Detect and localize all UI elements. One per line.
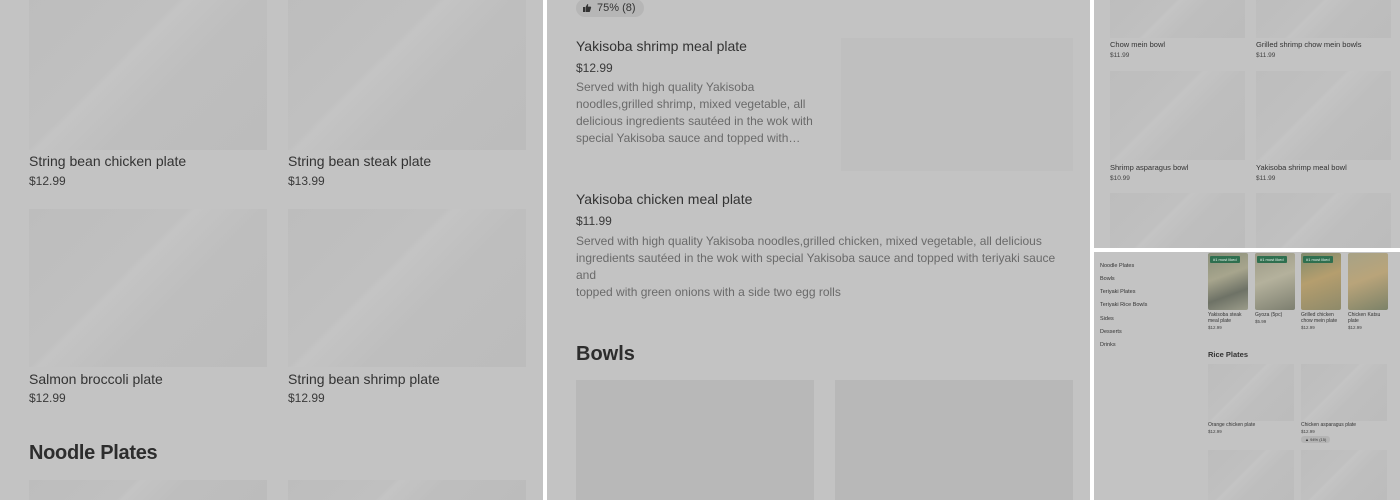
item-image[interactable] — [576, 380, 814, 500]
item-name[interactable]: String bean chicken plate — [29, 153, 186, 169]
rating-text: 94% (15) — [1310, 437, 1327, 442]
thumbs-up-icon — [583, 4, 592, 12]
thumbs-up-icon: ▲ — [1305, 437, 1309, 442]
most-liked-tag: #1 most liked — [1303, 256, 1333, 263]
item-price: $13.99 — [288, 174, 325, 188]
item-name[interactable]: Yakisoba chicken meal plate — [576, 191, 752, 207]
item-image[interactable] — [835, 380, 1073, 500]
featured-item-name[interactable]: Gyoza (5pc) — [1255, 312, 1282, 318]
item-image[interactable] — [29, 480, 267, 500]
featured-item-name[interactable]: Yakisoba steak meal plate — [1208, 312, 1242, 324]
featured-item-price: $12.99 — [1348, 325, 1362, 330]
item-image[interactable] — [1301, 450, 1387, 500]
item-price: $11.99 — [576, 214, 612, 228]
item-name[interactable]: String bean shrimp plate — [288, 371, 440, 387]
item-description-line: ingredients sautéed in the wok with spec… — [576, 251, 1056, 265]
rating-badge: 75% (8) — [576, 0, 644, 17]
item-price: $12.99 — [288, 391, 325, 405]
item-image[interactable] — [288, 209, 526, 367]
item-price: $12.99 — [1301, 429, 1315, 434]
item-name[interactable]: String bean steak plate — [288, 153, 431, 169]
section-heading: Noodle Plates — [29, 442, 158, 464]
sidebar-item-teriyaki-rice-bowls[interactable]: Teriyaki Rice Bowls — [1100, 302, 1147, 308]
most-liked-tag: #1 most liked — [1210, 256, 1240, 263]
item-name[interactable]: Salmon broccoli plate — [29, 371, 163, 387]
item-image[interactable] — [288, 0, 526, 150]
item-price: $11.99 — [1256, 52, 1276, 59]
item-name[interactable]: Yakisoba shrimp meal bowl — [1256, 163, 1347, 172]
item-image[interactable] — [29, 209, 267, 367]
featured-item-image[interactable]: #1 most liked — [1255, 253, 1295, 310]
item-description-line: topped with green onions with a side two… — [576, 285, 841, 299]
sidebar-item-drinks[interactable]: Drinks — [1100, 342, 1116, 348]
sidebar-item-desserts[interactable]: Desserts — [1100, 329, 1122, 335]
item-image[interactable] — [1256, 0, 1391, 38]
item-description: Served with high quality Yakisoba noodle… — [576, 80, 813, 145]
featured-item-name[interactable]: Chicken Katsu plate — [1348, 312, 1380, 324]
item-image[interactable] — [1256, 71, 1391, 160]
sidebar-item-sides[interactable]: Sides — [1100, 316, 1114, 322]
sidebar-item-bowls[interactable]: Bowls — [1100, 276, 1115, 282]
item-name[interactable]: Chicken asparagus plate — [1301, 422, 1356, 428]
menu-panel-plates: String bean chicken plate $12.99 String … — [0, 0, 543, 500]
most-liked-tag: #1 most liked — [1257, 256, 1287, 263]
item-image[interactable] — [841, 38, 1073, 171]
rating-badge: ▲ 94% (15) — [1301, 436, 1331, 443]
item-price: $11.99 — [1110, 52, 1130, 59]
item-price: $12.99 — [29, 391, 66, 405]
item-image[interactable] — [1110, 0, 1245, 38]
item-name[interactable]: Orange chicken plate — [1208, 422, 1255, 428]
item-image[interactable] — [29, 0, 267, 150]
item-image[interactable] — [1301, 364, 1387, 421]
item-price: $12.99 — [1208, 429, 1222, 434]
item-description-line: and — [576, 268, 597, 282]
item-image[interactable] — [1110, 71, 1245, 160]
item-price: $12.99 — [29, 174, 66, 188]
featured-item-price: $5.99 — [1255, 319, 1267, 324]
item-image[interactable] — [1208, 450, 1294, 500]
item-description-line: Served with high quality Yakisoba noodle… — [576, 234, 1042, 248]
section-heading: Bowls — [576, 343, 635, 365]
featured-item-price: $12.99 — [1208, 325, 1222, 330]
rating-text: 75% (8) — [597, 2, 636, 14]
sidebar-item-teriyaki-plates[interactable]: Teriyaki Plates — [1100, 289, 1135, 295]
item-price: $11.99 — [1256, 175, 1276, 182]
item-price: $12.99 — [576, 61, 613, 75]
featured-item-image[interactable]: #1 most liked — [1208, 253, 1248, 310]
featured-item-image[interactable] — [1348, 253, 1388, 310]
item-name[interactable]: Chow mein bowl — [1110, 40, 1165, 49]
item-price: $10.99 — [1110, 175, 1130, 182]
item-image[interactable] — [1256, 193, 1391, 248]
section-heading: Rice Plates — [1208, 350, 1249, 359]
item-name[interactable]: Grilled shrimp chow mein bowls — [1256, 40, 1361, 49]
featured-item-name[interactable]: Grilled chicken chow mein plate — [1301, 312, 1337, 324]
item-image[interactable] — [288, 480, 526, 500]
item-name[interactable]: Yakisoba shrimp meal plate — [576, 38, 747, 54]
item-image[interactable] — [1208, 364, 1294, 421]
featured-item-price: $12.99 — [1301, 325, 1315, 330]
item-name[interactable]: Shrimp asparagus bowl — [1110, 163, 1188, 172]
item-image[interactable] — [1110, 193, 1245, 248]
menu-panel-noodles: 75% (8) Yakisoba shrimp meal plate $12.9… — [547, 0, 1090, 500]
menu-panel-overview: Noodle Plates Bowls Teriyaki Plates Teri… — [1094, 252, 1400, 500]
menu-panel-bowls: Chow mein bowl $11.99 Grilled shrimp cho… — [1094, 0, 1400, 248]
sidebar-item-noodle-plates[interactable]: Noodle Plates — [1100, 263, 1134, 269]
featured-item-image[interactable]: #1 most liked — [1301, 253, 1341, 310]
